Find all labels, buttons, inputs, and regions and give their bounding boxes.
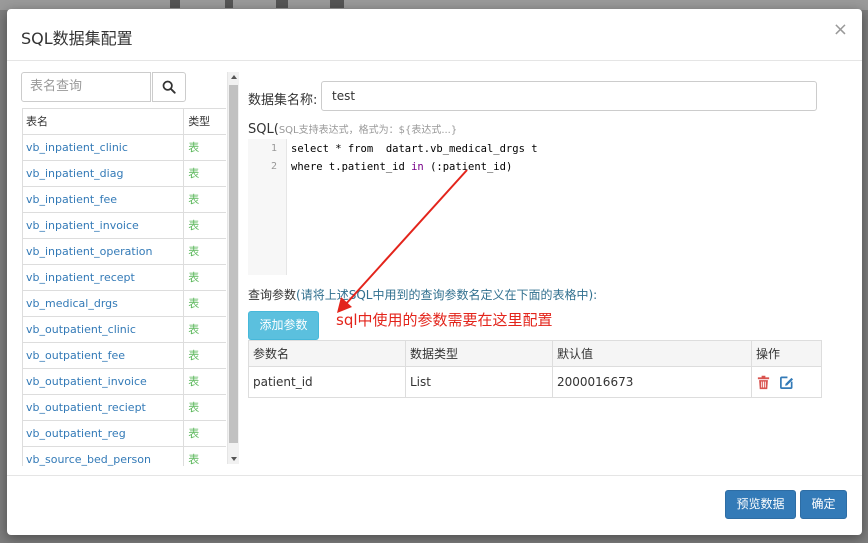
scroll-thumb[interactable] [229, 85, 238, 443]
table-type-label: 表 [188, 219, 200, 232]
dataset-name-input[interactable]: test [321, 81, 817, 111]
line-number: 1 [270, 143, 277, 154]
query-params-title: 查询参数 [248, 288, 297, 302]
table-name-link[interactable]: vb_outpatient_fee [23, 343, 185, 368]
line-number: 2 [270, 161, 277, 172]
table-type-label: 表 [188, 375, 200, 388]
code-text: (:patient_id) [423, 161, 513, 173]
query-params-note: (请将上述SQL中用到的查询参数名定义在下面的表格中): [296, 288, 598, 302]
table-type-label: 表 [188, 141, 200, 154]
table-type-label: 表 [188, 245, 200, 258]
header-default-value: 默认值 [553, 341, 752, 366]
table-type-label: 表 [188, 297, 200, 310]
table-list-header: 表名 类型 [23, 108, 226, 135]
table-list: 表名 类型 vb_inpatient_clinic 表 vb_inpatient_d… [22, 108, 226, 466]
modal-title: SQL数据集配置 [21, 29, 133, 48]
list-item[interactable]: vb_inpatient_invoice 表 [23, 213, 226, 239]
table-name-link[interactable]: vb_outpatient_invoice [23, 369, 185, 394]
table-name-link[interactable]: vb_source_bed_person [23, 447, 185, 466]
annotation-text: sql中使用的参数需要在这里配置 [336, 311, 553, 329]
table-type-label: 表 [188, 427, 200, 440]
code-text: select * from datart.vb_medical_drgs t [291, 143, 538, 155]
list-item[interactable]: vb_outpatient_fee 表 [23, 343, 226, 369]
list-item[interactable]: vb_outpatient_invoice 表 [23, 369, 226, 395]
list-item[interactable]: vb_outpatient_reg 表 [23, 421, 226, 447]
table-name-link[interactable]: vb_inpatient_fee [23, 187, 185, 212]
list-item[interactable]: vb_outpatient_reciept 表 [23, 395, 226, 421]
table-name-link[interactable]: vb_inpatient_diag [23, 161, 185, 186]
confirm-button[interactable]: 确定 [800, 490, 847, 519]
list-item[interactable]: vb_inpatient_diag 表 [23, 161, 226, 187]
param-type-cell[interactable]: List [406, 367, 553, 397]
param-name-cell[interactable]: patient_id [249, 367, 406, 397]
table-list-scrollbar[interactable] [227, 72, 239, 464]
add-param-button[interactable]: 添加参数 [248, 311, 319, 340]
table-type-label: 表 [188, 193, 200, 206]
code-line[interactable]: select * from datart.vb_medical_drgs t [291, 143, 538, 155]
preview-data-button[interactable]: 预览数据 [725, 490, 796, 519]
close-icon[interactable]: × [833, 21, 848, 39]
header-param-name: 参数名 [249, 341, 406, 366]
modal-header: SQL数据集配置 × [7, 9, 862, 61]
trash-icon[interactable] [756, 375, 771, 390]
sql-editor[interactable]: 1 select * from datart.vb_medical_drgs t… [248, 139, 822, 275]
search-icon [162, 80, 176, 94]
table-type-label: 表 [188, 401, 200, 414]
query-params-label: 查询参数(请将上述SQL中用到的查询参数名定义在下面的表格中): [248, 286, 597, 303]
sql-hint: SQL支持表达式，格式为：${表达式...} [278, 125, 458, 136]
code-line[interactable]: where t.patient_id in (:patient_id) [291, 161, 512, 173]
list-item[interactable]: vb_inpatient_recept 表 [23, 265, 226, 291]
table-name-link[interactable]: vb_inpatient_invoice [23, 213, 185, 238]
list-item[interactable]: vb_inpatient_fee 表 [23, 187, 226, 213]
table-name-link[interactable]: vb_inpatient_clinic [23, 135, 185, 160]
edit-icon[interactable] [779, 375, 794, 390]
list-item[interactable]: vb_source_bed_person 表 [23, 447, 226, 466]
list-item[interactable]: vb_outpatient_clinic 表 [23, 317, 226, 343]
param-table: 参数名 数据类型 默认值 操作 patient_id List 20000166… [248, 340, 822, 398]
table-name-link[interactable]: vb_medical_drgs [23, 291, 185, 316]
code-keyword: in [411, 161, 424, 173]
table-type-label: 表 [188, 453, 200, 466]
table-type-label: 表 [188, 167, 200, 180]
scroll-down-arrow-icon[interactable] [231, 457, 237, 461]
table-name-link[interactable]: vb_outpatient_reg [23, 421, 185, 446]
sql-label-text: SQL( [248, 122, 279, 137]
search-button[interactable] [152, 72, 186, 102]
sql-dataset-modal: SQL数据集配置 × 表名查询 表名 类型 vb_inpatient_clini… [7, 9, 862, 535]
dataset-name-label: 数据集名称: [248, 93, 318, 108]
table-name-link[interactable]: vb_outpatient_clinic [23, 317, 185, 342]
header-data-type: 数据类型 [406, 341, 553, 366]
table-type-label: 表 [188, 323, 200, 336]
table-row: patient_id List 2000016673 [249, 367, 821, 397]
param-table-header: 参数名 数据类型 默认值 操作 [249, 341, 821, 367]
table-name-link[interactable]: vb_outpatient_reciept [23, 395, 185, 420]
list-item[interactable]: vb_medical_drgs 表 [23, 291, 226, 317]
editor-gutter [248, 139, 287, 275]
code-text: where t.patient_id [291, 161, 412, 173]
column-header-name: 表名 [23, 109, 185, 134]
list-item[interactable]: vb_inpatient_clinic 表 [23, 135, 226, 161]
param-actions-cell [752, 367, 821, 397]
param-default-cell[interactable]: 2000016673 [553, 367, 752, 397]
scroll-up-arrow-icon[interactable] [231, 75, 237, 79]
sql-label: SQL(SQL支持表达式，格式为：${表达式...} [248, 121, 457, 137]
header-actions: 操作 [756, 347, 781, 361]
list-item[interactable]: vb_inpatient_operation 表 [23, 239, 226, 265]
table-search-input[interactable]: 表名查询 [21, 72, 151, 102]
table-type-label: 表 [188, 349, 200, 362]
table-name-link[interactable]: vb_inpatient_recept [23, 265, 185, 290]
column-header-type: 类型 [188, 115, 211, 128]
table-name-link[interactable]: vb_inpatient_operation [23, 239, 185, 264]
table-type-label: 表 [188, 271, 200, 284]
